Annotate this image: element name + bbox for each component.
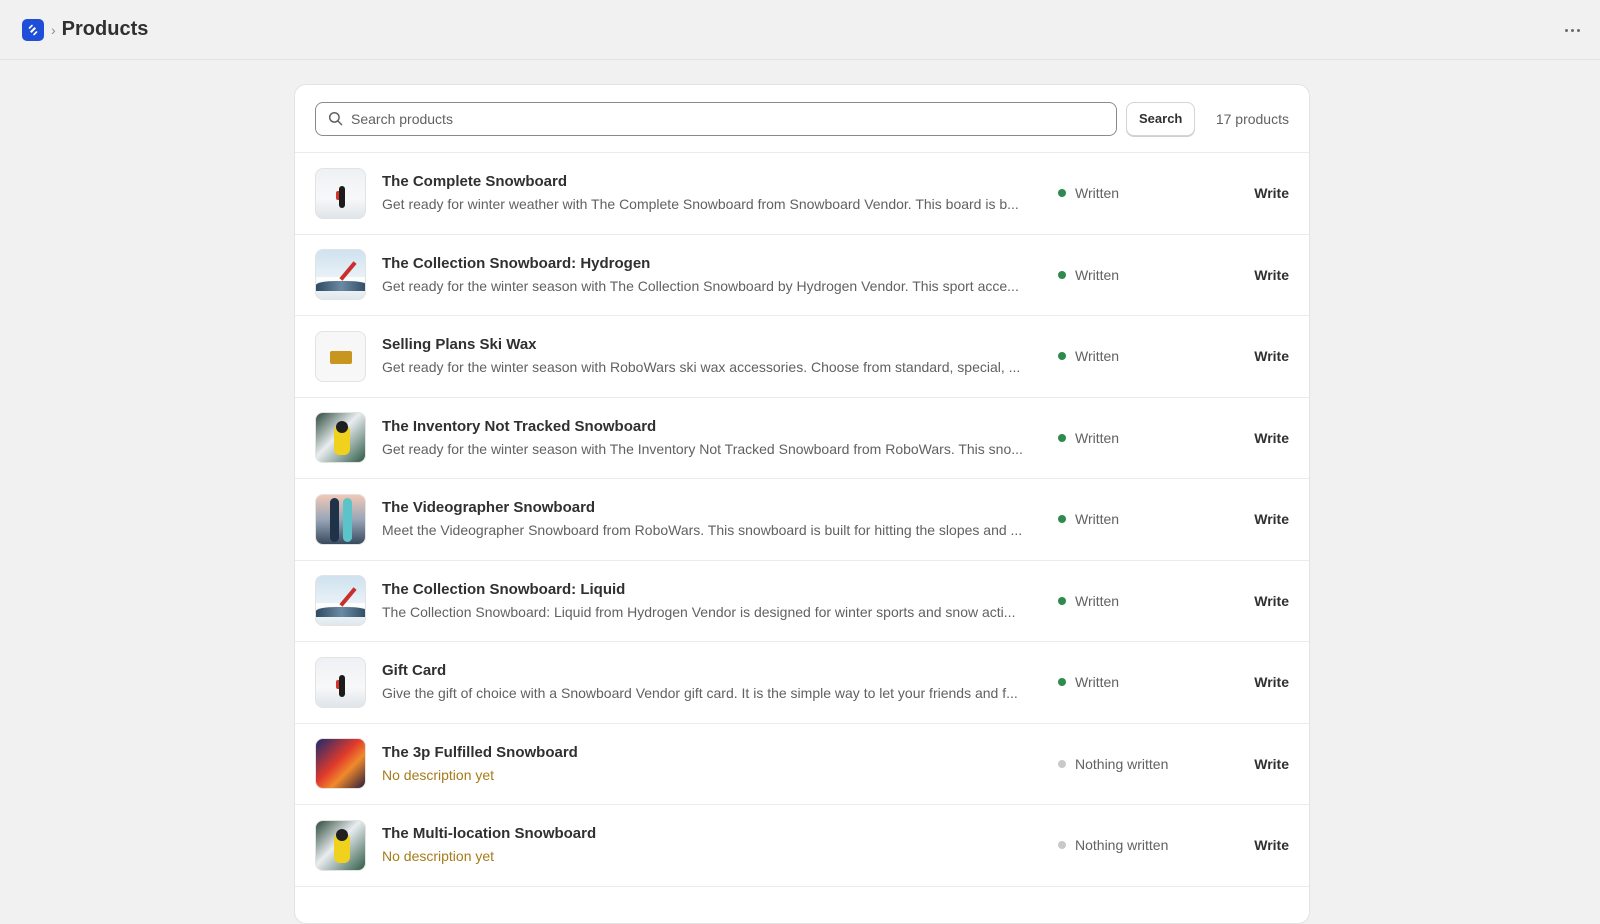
- write-button[interactable]: Write: [1254, 430, 1289, 446]
- status-label: Nothing written: [1075, 755, 1169, 772]
- product-info: The Collection Snowboard: Liquid The Coll…: [382, 580, 1042, 622]
- status-badge: Nothing written: [1058, 837, 1218, 853]
- product-row[interactable]: The Inventory Not Tracked Snowboard Get r…: [295, 398, 1309, 479]
- status-label: Written: [1075, 266, 1120, 283]
- status-label: Written: [1075, 674, 1120, 691]
- write-button[interactable]: Write: [1254, 837, 1289, 853]
- status-dot-icon: [1058, 352, 1066, 361]
- status-dot-icon: [1058, 596, 1066, 605]
- status-dot-icon: [1058, 841, 1066, 850]
- product-thumbnail: [315, 249, 366, 301]
- write-button[interactable]: Write: [1254, 185, 1289, 201]
- product-name[interactable]: The Inventory Not Tracked Snowboard: [382, 417, 1042, 437]
- status-label: Nothing written: [1075, 837, 1169, 854]
- product-description: Get ready for winter weather with The Co…: [382, 196, 1019, 213]
- product-row[interactable]: Gift Card Give the gift of choice with a …: [295, 642, 1309, 724]
- product-count: 17 products: [1215, 110, 1289, 127]
- write-button[interactable]: Write: [1254, 267, 1289, 283]
- status-dot-icon: [1058, 515, 1066, 524]
- product-description: Get ready for the winter season with The…: [382, 440, 1023, 457]
- page-title: Products: [61, 18, 149, 40]
- status-badge: Written: [1058, 185, 1218, 201]
- status-label: Written: [1075, 592, 1120, 609]
- write-button[interactable]: Write: [1254, 593, 1289, 609]
- product-name[interactable]: Gift Card: [382, 661, 1042, 681]
- status-label: Written: [1075, 348, 1120, 365]
- product-row[interactable]: Selling Plans Ski Wax Get ready for the w…: [295, 316, 1309, 398]
- write-button[interactable]: Write: [1254, 511, 1289, 527]
- status-badge: Written: [1058, 430, 1218, 446]
- product-thumbnail: [315, 412, 366, 464]
- product-info: The Multi-location Snowboard No descripti…: [382, 824, 1042, 866]
- product-info: The Videographer Snowboard Meet the Video…: [382, 498, 1042, 540]
- status-label: Written: [1075, 511, 1120, 528]
- product-name[interactable]: The Collection Snowboard: Hydrogen: [382, 254, 1042, 274]
- search-icon: [328, 111, 343, 126]
- product-row[interactable]: The 3p Fulfilled Snowboard No description…: [295, 724, 1309, 805]
- status-badge: Written: [1058, 593, 1218, 609]
- status-dot-icon: [1058, 189, 1066, 198]
- status-badge: Written: [1058, 674, 1218, 690]
- status-dot-icon: [1058, 433, 1066, 442]
- product-row[interactable]: The Collection Snowboard: Liquid The Coll…: [295, 561, 1309, 642]
- product-description: The Collection Snowboard: Liquid from Hy…: [382, 603, 1016, 620]
- product-row[interactable]: The Collection Snowboard: Hydrogen Get re…: [295, 235, 1309, 316]
- product-name[interactable]: The Videographer Snowboard: [382, 498, 1042, 518]
- product-thumbnail: [315, 819, 366, 871]
- search-button[interactable]: Search: [1126, 101, 1196, 136]
- status-label: Written: [1075, 429, 1120, 446]
- breadcrumb-separator: ›: [51, 21, 56, 38]
- status-label: Written: [1075, 185, 1120, 202]
- product-thumbnail: [315, 330, 366, 382]
- products-card: Search 17 products The Complete Snowboar…: [294, 84, 1310, 924]
- write-button[interactable]: Write: [1254, 348, 1289, 364]
- product-description: Meet the Videographer Snowboard from Rob…: [382, 522, 1023, 539]
- status-badge: Written: [1058, 348, 1218, 364]
- product-row[interactable]: The Complete Snowboard Get ready for wint…: [295, 153, 1309, 235]
- search-bar: Search 17 products: [295, 85, 1309, 153]
- product-thumbnail: [315, 656, 366, 708]
- search-field[interactable]: [315, 101, 1117, 136]
- product-name[interactable]: Selling Plans Ski Wax: [382, 335, 1042, 355]
- search-input[interactable]: [351, 110, 1104, 127]
- product-thumbnail: [315, 493, 366, 545]
- write-button[interactable]: Write: [1254, 756, 1289, 772]
- product-info: The Complete Snowboard Get ready for wint…: [382, 172, 1042, 214]
- product-row[interactable]: The Videographer Snowboard Meet the Video…: [295, 479, 1309, 561]
- product-info: The 3p Fulfilled Snowboard No description…: [382, 743, 1042, 785]
- product-info: The Inventory Not Tracked Snowboard Get r…: [382, 417, 1042, 459]
- product-name[interactable]: The 3p Fulfilled Snowboard: [382, 743, 1042, 763]
- write-button[interactable]: Write: [1254, 674, 1289, 690]
- status-dot-icon: [1058, 678, 1066, 687]
- product-thumbnail: [315, 738, 366, 790]
- status-dot-icon: [1058, 759, 1066, 768]
- product-name[interactable]: The Multi-location Snowboard: [382, 824, 1042, 844]
- product-name[interactable]: The Collection Snowboard: Liquid: [382, 580, 1042, 600]
- product-list: The Complete Snowboard Get ready for wint…: [295, 153, 1309, 887]
- status-badge: Written: [1058, 267, 1218, 283]
- product-info: The Collection Snowboard: Hydrogen Get re…: [382, 254, 1042, 296]
- product-info: Gift Card Give the gift of choice with a …: [382, 661, 1042, 703]
- product-description: Get ready for the winter season with The…: [382, 277, 1019, 294]
- product-thumbnail: [315, 167, 366, 219]
- status-badge: Written: [1058, 511, 1218, 527]
- product-thumbnail: [315, 575, 366, 627]
- product-description: No description yet: [382, 766, 495, 783]
- product-name[interactable]: The Complete Snowboard: [382, 172, 1042, 192]
- product-description: Get ready for the winter season with Rob…: [382, 359, 1021, 376]
- product-description: No description yet: [382, 848, 495, 865]
- status-dot-icon: [1058, 270, 1066, 279]
- more-horizontal-icon[interactable]: [1562, 20, 1582, 40]
- status-badge: Nothing written: [1058, 756, 1218, 772]
- product-row[interactable]: The Multi-location Snowboard No descripti…: [295, 805, 1309, 887]
- product-info: Selling Plans Ski Wax Get ready for the w…: [382, 335, 1042, 377]
- app-logo-icon[interactable]: [22, 18, 44, 41]
- top-bar: › Products: [0, 0, 1600, 60]
- product-description: Give the gift of choice with a Snowboard…: [382, 685, 1018, 702]
